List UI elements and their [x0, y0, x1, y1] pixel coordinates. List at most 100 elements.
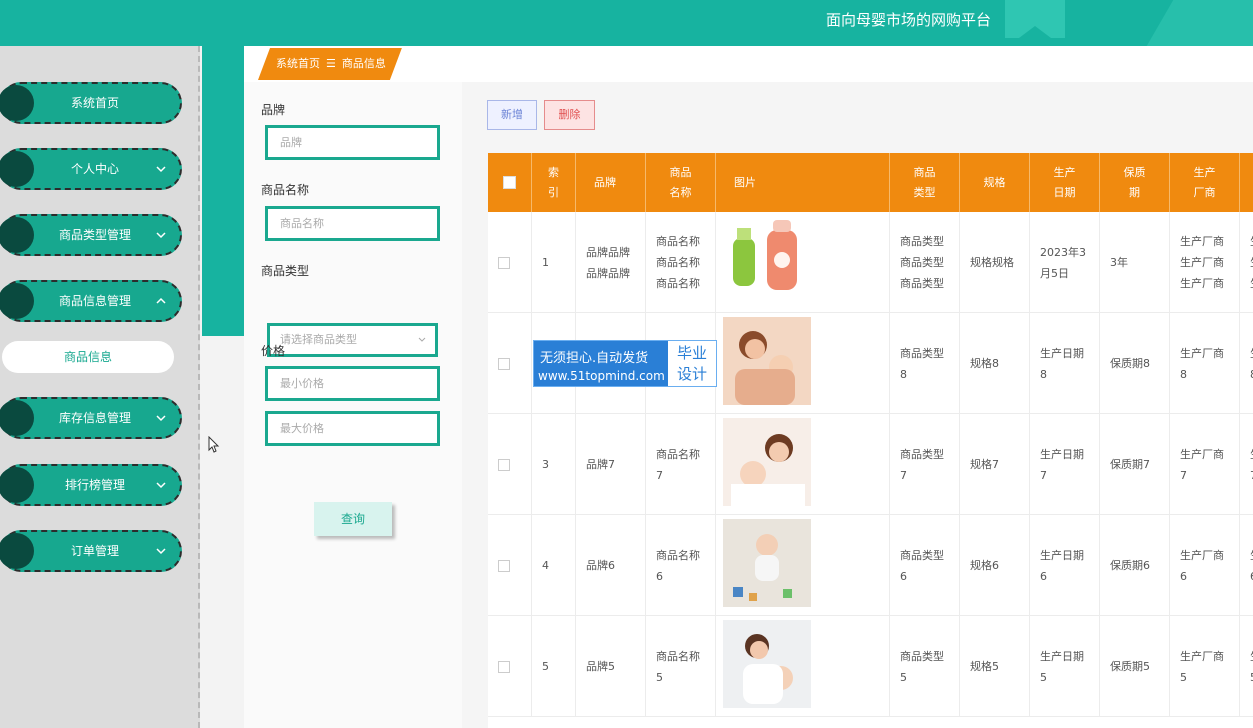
col-spec[interactable]: 规格 [960, 153, 1030, 212]
chevron-down-icon [156, 482, 166, 489]
menu-knob [0, 151, 34, 187]
row-select-cell [488, 212, 532, 313]
menu-knob [0, 400, 34, 436]
table-header: 索 引 品牌 商品 名称 图片 商品 类型 规格 生产 日期 保质 期 生产 厂… [488, 153, 1253, 212]
search-panel: 品牌 品牌 商品名称 商品名称 商品类型 请选择商品类型 价格 最小价格 最大价… [244, 82, 462, 728]
cell-index: 3 [532, 414, 576, 515]
cell-product-name: 商品名称 7 [646, 414, 716, 515]
product-image [723, 418, 811, 506]
cell-brand: 品牌品牌 品牌品牌 [576, 212, 646, 313]
cell-brand: 品牌6 [576, 515, 646, 616]
cell-overflow: 生 8 [1240, 313, 1253, 414]
row-checkbox[interactable] [498, 357, 510, 370]
price-label: 价格 [261, 344, 286, 358]
breadcrumb-separator-icon: ☰ [326, 57, 336, 70]
cell-product-type: 商品类型 8 [890, 313, 960, 414]
row-select-cell [488, 515, 532, 616]
main-content: 系统首页 ☰ 商品信息 品牌 品牌 商品名称 商品名称 商品类型 请选择商品类型 价… [244, 46, 1253, 728]
cell-shelf-life: 保质期6 [1100, 515, 1170, 616]
cell-overflow: 生 7 [1240, 414, 1253, 515]
watermark-line1: 无须担心.自动发货 [540, 351, 649, 366]
sidebar-item-inventory[interactable]: 库存信息管理 [0, 397, 182, 439]
mouse-cursor-icon [208, 436, 220, 453]
bookmark-decoration [1005, 0, 1065, 38]
sidebar-item-orders[interactable]: 订单管理 [0, 530, 182, 572]
row-checkbox[interactable] [498, 559, 510, 572]
col-production-date[interactable]: 生产 日期 [1030, 153, 1100, 212]
chevron-down-icon [156, 548, 166, 555]
sidebar-item-label: 商品类型管理 [58, 228, 131, 242]
product-image [723, 519, 811, 607]
sidebar-item-label: 库存信息管理 [58, 411, 131, 425]
add-button[interactable]: 新增 [487, 100, 537, 130]
col-image: 图片 [716, 153, 890, 212]
cell-production-date: 生产日期 8 [1030, 313, 1100, 414]
cell-image [716, 212, 890, 313]
cell-image [716, 616, 890, 717]
sidebar-subitem-product-info[interactable]: 商品信息 [2, 341, 174, 373]
col-index[interactable]: 索 引 [532, 153, 576, 212]
sidebar-item-label: 个人中心 [70, 162, 119, 176]
breadcrumb-current: 商品信息 [341, 57, 386, 70]
chevron-down-icon [156, 166, 166, 173]
row-select-cell [488, 616, 532, 717]
cell-spec: 规格5 [960, 616, 1030, 717]
sidebar-item-ranking[interactable]: 排行榜管理 [0, 464, 182, 506]
cell-overflow: 生 生 生 [1240, 212, 1253, 313]
brand-input[interactable]: 品牌 [265, 125, 440, 160]
cell-product-type: 商品类型 商品类型 商品类型 [890, 212, 960, 313]
col-brand[interactable]: 品牌 [576, 153, 646, 212]
product-image [723, 317, 811, 405]
breadcrumb-home[interactable]: 系统首页 [276, 57, 320, 70]
table-row[interactable]: 5品牌5商品名称 5 商品类型 5规格5生产日期 5保质期5生产厂商 5生 5 [488, 616, 1253, 717]
delete-button[interactable]: 删除 [544, 100, 595, 130]
table-row[interactable]: 4品牌6商品名称 6 商品类型 6规格6生产日期 6保质期6生产厂商 6生 6 [488, 515, 1253, 616]
select-all-checkbox[interactable] [503, 176, 516, 189]
sidebar-item-home[interactable]: 系统首页 [0, 82, 182, 124]
menu-knob [0, 533, 34, 569]
product-name-label: 商品名称 [261, 183, 310, 197]
col-product-name[interactable]: 商品 名称 [646, 153, 716, 212]
col-product-type[interactable]: 商品 类型 [890, 153, 960, 212]
max-price-input[interactable]: 最大价格 [265, 411, 440, 446]
cell-image [716, 414, 890, 515]
cell-shelf-life: 保质期8 [1100, 313, 1170, 414]
cell-production-date: 生产日期 7 [1030, 414, 1100, 515]
cell-image [716, 515, 890, 616]
row-checkbox[interactable] [498, 458, 510, 471]
menu-knob [0, 217, 34, 253]
site-title: 面向母婴市场的网购平台 [826, 11, 992, 29]
cell-shelf-life: 保质期7 [1100, 414, 1170, 515]
product-type-select[interactable]: 请选择商品类型 [267, 323, 438, 357]
table-row[interactable]: 3品牌7商品名称 7 商品类型 7规格7生产日期 7保质期7生产厂商 7生 7 [488, 414, 1253, 515]
row-checkbox[interactable] [498, 256, 510, 269]
col-manufacturer[interactable]: 生产 厂商 [1170, 153, 1240, 212]
sidebar-item-personal-center[interactable]: 个人中心 [0, 148, 182, 190]
sidebar-item-product-info[interactable]: 商品信息管理 [0, 280, 182, 322]
cell-brand: 品牌7 [576, 414, 646, 515]
cell-product-type: 商品类型 7 [890, 414, 960, 515]
cell-manufacturer: 生产厂商 生产厂商 生产厂商 [1170, 212, 1240, 313]
product-type-placeholder: 请选择商品类型 [280, 333, 357, 346]
sidebar-item-label: 排行榜管理 [64, 478, 125, 492]
cell-shelf-life: 保质期5 [1100, 616, 1170, 717]
cell-product-name: 商品名称 6 [646, 515, 716, 616]
query-button[interactable]: 查询 [314, 502, 392, 536]
cell-manufacturer: 生产厂商 6 [1170, 515, 1240, 616]
row-checkbox[interactable] [498, 660, 510, 673]
chevron-up-icon [156, 297, 166, 304]
cell-manufacturer: 生产厂商 8 [1170, 313, 1240, 414]
table-row[interactable]: 1 品牌品牌 品牌品牌 商品名称 商品名称 商品名称 商品类型 商品类型 商品类型 规格… [488, 212, 1253, 313]
chevron-down-icon [156, 415, 166, 422]
sidebar-item-label: 订单管理 [70, 544, 119, 558]
cell-spec: 规格6 [960, 515, 1030, 616]
product-image [723, 620, 811, 708]
brand-label: 品牌 [261, 103, 286, 117]
col-shelf-life[interactable]: 保质 期 [1100, 153, 1170, 212]
sidebar-item-product-type[interactable]: 商品类型管理 [0, 214, 182, 256]
cell-index: 5 [532, 616, 576, 717]
decorative-strip [202, 46, 244, 336]
cell-product-name: 商品名称 商品名称 商品名称 [646, 212, 716, 313]
min-price-input[interactable]: 最小价格 [265, 366, 440, 401]
product-name-input[interactable]: 商品名称 [265, 206, 440, 241]
